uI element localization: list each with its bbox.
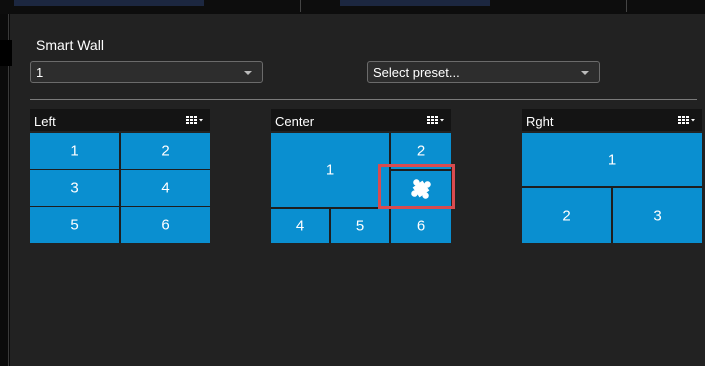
view-tile[interactable]: 1	[30, 133, 119, 169]
chevron-down-icon	[244, 71, 252, 75]
layout-grid-icon[interactable]	[678, 116, 696, 125]
wall-select-dropdown[interactable]: 1	[30, 61, 263, 83]
monitor-header: Left	[30, 109, 210, 131]
top-strip	[0, 0, 705, 14]
tile-number: 2	[562, 207, 571, 224]
highlight-box	[378, 164, 455, 209]
top-strip-separator	[626, 0, 627, 12]
tile-number: 6	[161, 216, 170, 234]
view-tile[interactable]: 3	[30, 170, 119, 206]
left-edge	[0, 14, 10, 366]
tile-number: 2	[416, 142, 426, 160]
monitor-name: Rght	[526, 114, 554, 129]
top-strip-separator	[300, 0, 301, 12]
top-strip-segment	[14, 0, 204, 6]
tile-number: 2	[161, 142, 170, 160]
view-tile[interactable]: 5	[30, 207, 119, 243]
monitor-right: Rght 1 2 3	[522, 109, 702, 243]
divider	[30, 99, 697, 100]
panel-title: Smart Wall	[36, 37, 104, 53]
view-tile[interactable]: 1	[522, 133, 702, 186]
tile-number: 3	[70, 179, 79, 197]
preset-select-value: Select preset...	[373, 65, 460, 80]
tile-number: 6	[416, 217, 426, 235]
tile-number: 4	[161, 179, 170, 197]
top-strip-segment	[340, 0, 490, 6]
view-tile[interactable]: 3	[613, 188, 702, 243]
layout-grid-icon[interactable]	[186, 116, 204, 125]
view-tile[interactable]: 4	[121, 170, 210, 206]
tile-number: 1	[607, 151, 617, 168]
view-tile[interactable]: 2	[121, 133, 210, 169]
view-tile[interactable]: 4	[271, 209, 329, 243]
view-tile[interactable]: 6	[391, 209, 451, 243]
view-tile[interactable]: 5	[331, 209, 389, 243]
tile-grid: 1 2 3 4 5 6	[30, 133, 210, 243]
tile-number: 5	[355, 217, 365, 235]
tile-number: 4	[295, 217, 305, 235]
layout-grid-icon[interactable]	[427, 116, 445, 125]
view-tile[interactable]: 2	[522, 188, 611, 243]
tile-number: 1	[70, 142, 79, 160]
monitor-left: Left 1 2 3 4 5 6	[30, 109, 210, 243]
monitor-header: Rght	[522, 109, 702, 131]
tile-grid: 1 2 3	[522, 133, 702, 243]
monitor-header: Center	[271, 109, 451, 131]
view-tile[interactable]: 1	[271, 133, 389, 207]
tile-number: 1	[325, 161, 335, 179]
tile-number: 5	[70, 216, 79, 234]
wall-select-value: 1	[36, 65, 44, 80]
chevron-down-icon	[581, 71, 589, 75]
monitor-name: Center	[275, 114, 315, 129]
left-notch	[0, 40, 12, 66]
view-tile[interactable]: 6	[121, 207, 210, 243]
monitor-name: Left	[34, 114, 56, 129]
tile-number: 3	[653, 207, 662, 224]
preset-select-dropdown[interactable]: Select preset...	[367, 61, 600, 83]
